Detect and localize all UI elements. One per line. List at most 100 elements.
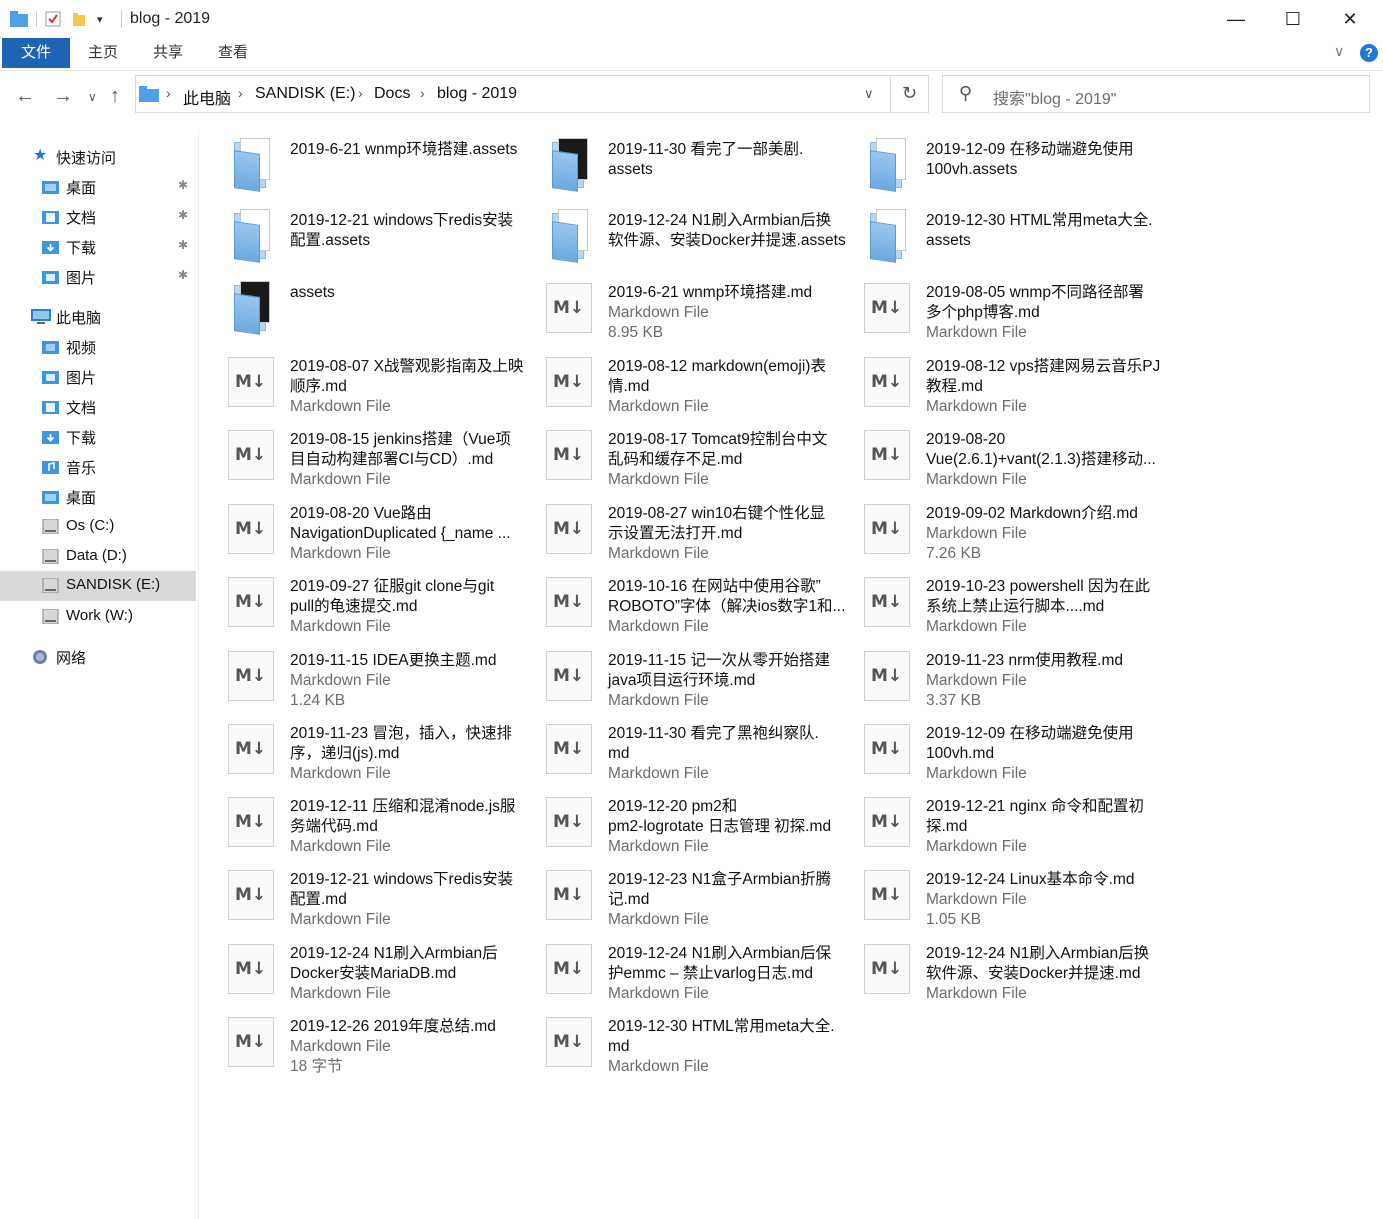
- markdown-file-item[interactable]: M↓ 2019-08-27 win10右键个性化显 示设置无法打开.md Markdo…: [518, 494, 828, 564]
- markdown-file-item[interactable]: M↓ 2019-08-20 Vue路由 NavigationDuplicated {…: [200, 494, 511, 564]
- markdown-file-item[interactable]: M↓ 2019-12-23 N1盒子Armbian折腾 记.md Markdown F…: [518, 860, 831, 930]
- new-folder-icon[interactable]: [71, 11, 87, 27]
- markdown-file-item[interactable]: M↓ 2019-12-11 压缩和混淆node.js服 务端代码.md Markdow…: [200, 787, 515, 857]
- file-name: 2019-11-23 nrm使用教程.md Markdown File 3.37 K…: [926, 651, 1166, 711]
- markdown-file-item[interactable]: M↓ 2019-08-12 vps搭建网易云音乐PJ 教程.md Markdown F…: [836, 347, 1160, 417]
- minimize-button[interactable]: —: [1213, 0, 1259, 38]
- markdown-file-item[interactable]: M↓ 2019-08-05 wnmp不同路径部署 多个php博客.md Markdow…: [836, 273, 1146, 343]
- markdown-file-item[interactable]: M↓ 2019-11-15 IDEA更换主题.md Markdown File 1.2…: [200, 641, 510, 711]
- markdown-file-item[interactable]: M↓ 2019-12-21 nginx 命令和配置初 探.md Markdown Fi…: [836, 787, 1146, 857]
- file-name: 2019-12-21 windows下redis安装 配置.assets: [290, 212, 514, 249]
- file-type: Markdown File: [926, 672, 1027, 689]
- file-name: 2019-12-24 N1刷入Armbian后 Docker安装MariaDB.m…: [290, 944, 530, 1004]
- file-type: Markdown File: [290, 545, 391, 562]
- breadcrumb-this-pc[interactable]: 此电脑: [183, 85, 231, 109]
- sidebar-item-desktop[interactable]: 桌面 ✱: [0, 172, 196, 202]
- folder-item[interactable]: 2019-12-24 N1刷入Armbian后换 软件源、安装Docker并提速.…: [518, 201, 846, 271]
- markdown-file-item[interactable]: M↓ 2019-12-30 HTML常用meta大全. md Markdown Fil…: [518, 1007, 835, 1077]
- markdown-file-item[interactable]: M↓ 2019-09-02 Markdown介绍.md Markdown File 7…: [836, 494, 1146, 564]
- sidebar-item-quick-access[interactable]: ★ 快速访问: [0, 142, 196, 172]
- folder-item[interactable]: 2019-6-21 wnmp环境搭建.assets: [200, 130, 517, 200]
- sidebar-item-drive-d[interactable]: Data (D:): [0, 542, 196, 572]
- tab-home[interactable]: 主页: [78, 38, 128, 68]
- properties-icon[interactable]: [45, 11, 61, 27]
- sidebar-item-pc-downloads[interactable]: 下载: [0, 422, 196, 452]
- markdown-file-item[interactable]: M↓ 2019-12-20 pm2和 pm2-logrotate 日志管理 初探.m…: [518, 787, 831, 857]
- sidebar-item-drive-c[interactable]: Os (C:): [0, 512, 196, 542]
- markdown-file-item[interactable]: M↓ 2019-6-21 wnmp环境搭建.md Markdown File 8.95…: [518, 273, 828, 343]
- markdown-file-item[interactable]: M↓ 2019-10-16 在网站中使用谷歌” ROBOTO”字体（解决ios数字1…: [518, 567, 845, 637]
- breadcrumb-blog-2019[interactable]: blog - 2019: [437, 85, 517, 103]
- sidebar-item-pictures[interactable]: 图片 ✱: [0, 262, 196, 292]
- markdown-file-item[interactable]: M↓ 2019-12-24 N1刷入Armbian后 Docker安装MariaDB…: [200, 934, 510, 1004]
- markdown-file-item[interactable]: M↓ 2019-10-23 powershell 因为在此 系统上禁止运行脚本...…: [836, 567, 1150, 637]
- markdown-file-item[interactable]: M↓ 2019-12-24 N1刷入Armbian后保 护emmc – 禁止varl…: [518, 934, 831, 1004]
- downloads-folder-icon: [42, 241, 59, 254]
- markdown-file-item[interactable]: M↓ 2019-08-07 X战警观影指南及上映 顺序.md Markdown Fil…: [200, 347, 523, 417]
- sidebar-item-pc-pictures[interactable]: 图片: [0, 362, 196, 392]
- markdown-file-item[interactable]: M↓ 2019-12-24 N1刷入Armbian后换 软件源、安装Docker并提…: [836, 934, 1149, 1004]
- recent-locations-button[interactable]: ∨: [88, 90, 97, 104]
- markdown-file-item[interactable]: M↓ 2019-11-15 记一次从零开始搭建 java项目运行环境.md Markd…: [518, 641, 830, 711]
- file-type: Markdown File: [608, 985, 709, 1002]
- folder-item[interactable]: assets: [200, 273, 510, 343]
- folder-item[interactable]: 2019-12-21 windows下redis安装 配置.assets: [200, 201, 513, 271]
- help-icon[interactable]: ?: [1360, 44, 1378, 62]
- address-bar[interactable]: › 此电脑 › SANDISK (E:) › Docs › blog - 201…: [135, 75, 929, 113]
- markdown-file-item[interactable]: M↓ 2019-12-26 2019年度总结.md Markdown File 18 …: [200, 1007, 510, 1077]
- ribbon-expand-icon[interactable]: ∨: [1334, 43, 1344, 60]
- back-button[interactable]: ←: [15, 85, 35, 108]
- sidebar-item-this-pc[interactable]: 此电脑: [0, 302, 196, 332]
- pin-icon: ✱: [178, 178, 189, 192]
- up-button[interactable]: ↑: [110, 85, 120, 108]
- drive-icon: [42, 578, 59, 593]
- sidebar-item-pc-documents[interactable]: 文档: [0, 392, 196, 422]
- tab-file[interactable]: 文件: [2, 38, 70, 68]
- sidebar-item-drive-w[interactable]: Work (W:): [0, 602, 196, 632]
- markdown-file-icon: M↓: [546, 575, 596, 629]
- drive-icon: [42, 609, 59, 624]
- markdown-file-item[interactable]: M↓ 2019-09-27 征服git clone与git pull的龟速提交.md…: [200, 567, 510, 637]
- folder-icon: [546, 209, 596, 263]
- forward-button[interactable]: →: [53, 85, 73, 108]
- tab-view[interactable]: 查看: [208, 38, 258, 68]
- sidebar-item-videos[interactable]: 视频: [0, 332, 196, 362]
- markdown-file-item[interactable]: M↓ 2019-08-12 markdown(emoji)表 情.md Markdow…: [518, 347, 828, 417]
- markdown-file-item[interactable]: M↓ 2019-11-23 nrm使用教程.md Markdown File 3.37…: [836, 641, 1146, 711]
- tab-share[interactable]: 共享: [143, 38, 193, 68]
- search-box[interactable]: ⚲ 搜索"blog - 2019": [942, 75, 1370, 113]
- folder-item[interactable]: 2019-12-30 HTML常用meta大全. assets: [836, 201, 1153, 271]
- sidebar-item-network[interactable]: 网络: [0, 642, 196, 672]
- markdown-file-item[interactable]: M↓ 2019-08-15 jenkins搭建（Vue项 目自动构建部署CI与CD）…: [200, 420, 511, 490]
- markdown-file-item[interactable]: M↓ 2019-08-17 Tomcat9控制台中文 乱码和缓存不足.md Markd…: [518, 420, 828, 490]
- breadcrumb-sandisk[interactable]: SANDISK (E:): [255, 85, 355, 103]
- sidebar-item-pc-desktop[interactable]: 桌面: [0, 482, 196, 512]
- folder-item[interactable]: 2019-12-09 在移动端避免使用 100vh.assets: [836, 130, 1146, 200]
- sidebar-item-documents[interactable]: 文档 ✱: [0, 202, 196, 232]
- music-folder-icon: [42, 461, 59, 474]
- maximize-button[interactable]: ☐: [1270, 0, 1316, 38]
- separator: [36, 11, 37, 27]
- qa-dropdown-icon[interactable]: ▾: [97, 13, 103, 26]
- file-name: 2019-09-02 Markdown介绍.md Markdown File 7.2…: [926, 504, 1166, 564]
- markdown-file-item[interactable]: M↓ 2019-12-09 在移动端避免使用 100vh.md Markdown Fi…: [836, 714, 1146, 784]
- markdown-file-item[interactable]: M↓ 2019-08-20 Vue(2.6.1)+vant(2.1.3)搭建移动..…: [836, 420, 1156, 490]
- refresh-button[interactable]: ↻: [902, 83, 917, 104]
- file-size: 1.24 KB: [290, 692, 346, 709]
- markdown-file-icon: M↓: [864, 281, 914, 335]
- markdown-file-item[interactable]: M↓ 2019-12-21 windows下redis安装 配置.md Markdow…: [200, 860, 513, 930]
- markdown-file-item[interactable]: M↓ 2019-12-24 Linux基本命令.md Markdown File 1.…: [836, 860, 1146, 930]
- close-button[interactable]: ✕: [1327, 0, 1373, 38]
- sidebar-item-drive-e[interactable]: SANDISK (E:): [0, 571, 196, 601]
- markdown-file-item[interactable]: M↓ 2019-11-23 冒泡，插入，快速排 序，递归(js).md Markdow…: [200, 714, 512, 784]
- file-type: Markdown File: [926, 525, 1027, 542]
- breadcrumb-separator: ›: [166, 85, 171, 101]
- markdown-file-item[interactable]: M↓ 2019-11-30 看完了黑袍纠察队. md Markdown File: [518, 714, 828, 784]
- folder-item[interactable]: 2019-11-30 看完了一部美剧. assets: [518, 130, 828, 200]
- sidebar-item-music[interactable]: 音乐: [0, 452, 196, 482]
- markdown-file-icon: M↓: [864, 502, 914, 556]
- address-dropdown-icon[interactable]: ∨: [864, 86, 874, 102]
- file-type: Markdown File: [608, 911, 709, 928]
- sidebar-item-downloads[interactable]: 下载 ✱: [0, 232, 196, 262]
- breadcrumb-docs[interactable]: Docs: [374, 85, 410, 103]
